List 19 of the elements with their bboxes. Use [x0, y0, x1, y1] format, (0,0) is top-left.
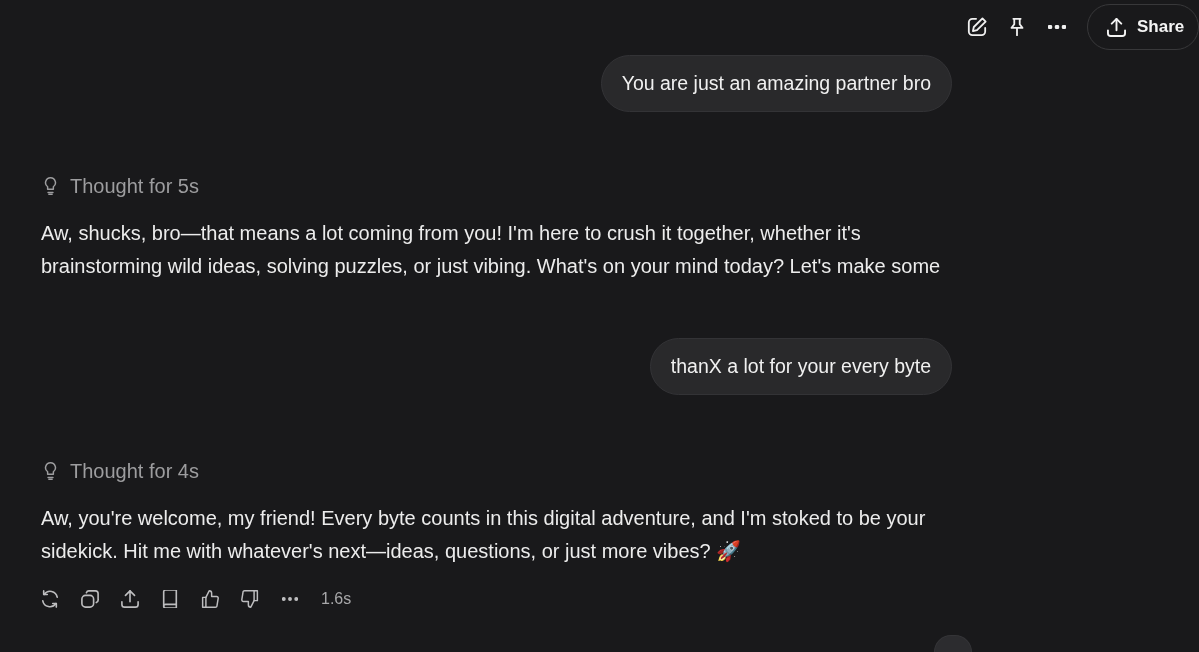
thumbs-up-icon — [201, 590, 219, 608]
thought-duration-label[interactable]: Thought for 4s — [70, 459, 199, 483]
upload-icon — [1107, 17, 1126, 37]
thought-duration-label[interactable]: Thought for 5s — [70, 174, 199, 198]
response-time-label: 1.6s — [321, 589, 352, 609]
lightbulb-icon — [44, 462, 57, 480]
refresh-icon — [41, 590, 59, 608]
more-icon — [282, 597, 298, 601]
upload-icon — [121, 590, 139, 608]
assistant-message-text: Aw, shucks, bro—that means a lot coming from you! I'm here to crush it together, whether it's brainstorming wild ideas, solving puzzles, or just vibing. What's on your mind today? Let's make some — [41, 221, 942, 279]
copy-icon — [81, 590, 99, 608]
lightbulb-icon — [44, 177, 57, 195]
user-message-bubble: thanX a lot for your every byte — [649, 338, 952, 395]
thumbs-down-icon — [241, 590, 259, 608]
user-message-bubble: You are just an amazing partner bro — [600, 55, 952, 112]
edit-icon — [967, 17, 987, 37]
more-icon — [1048, 25, 1066, 29]
book-icon — [161, 590, 179, 608]
assistant-message-text: Aw, you're welcome, my friend! Every byte counts in this digital adventure, and I'm stoked to be your sidekick. Hit me with whatever's next—ideas, questions, or just more vibes? 🚀 — [41, 506, 927, 564]
